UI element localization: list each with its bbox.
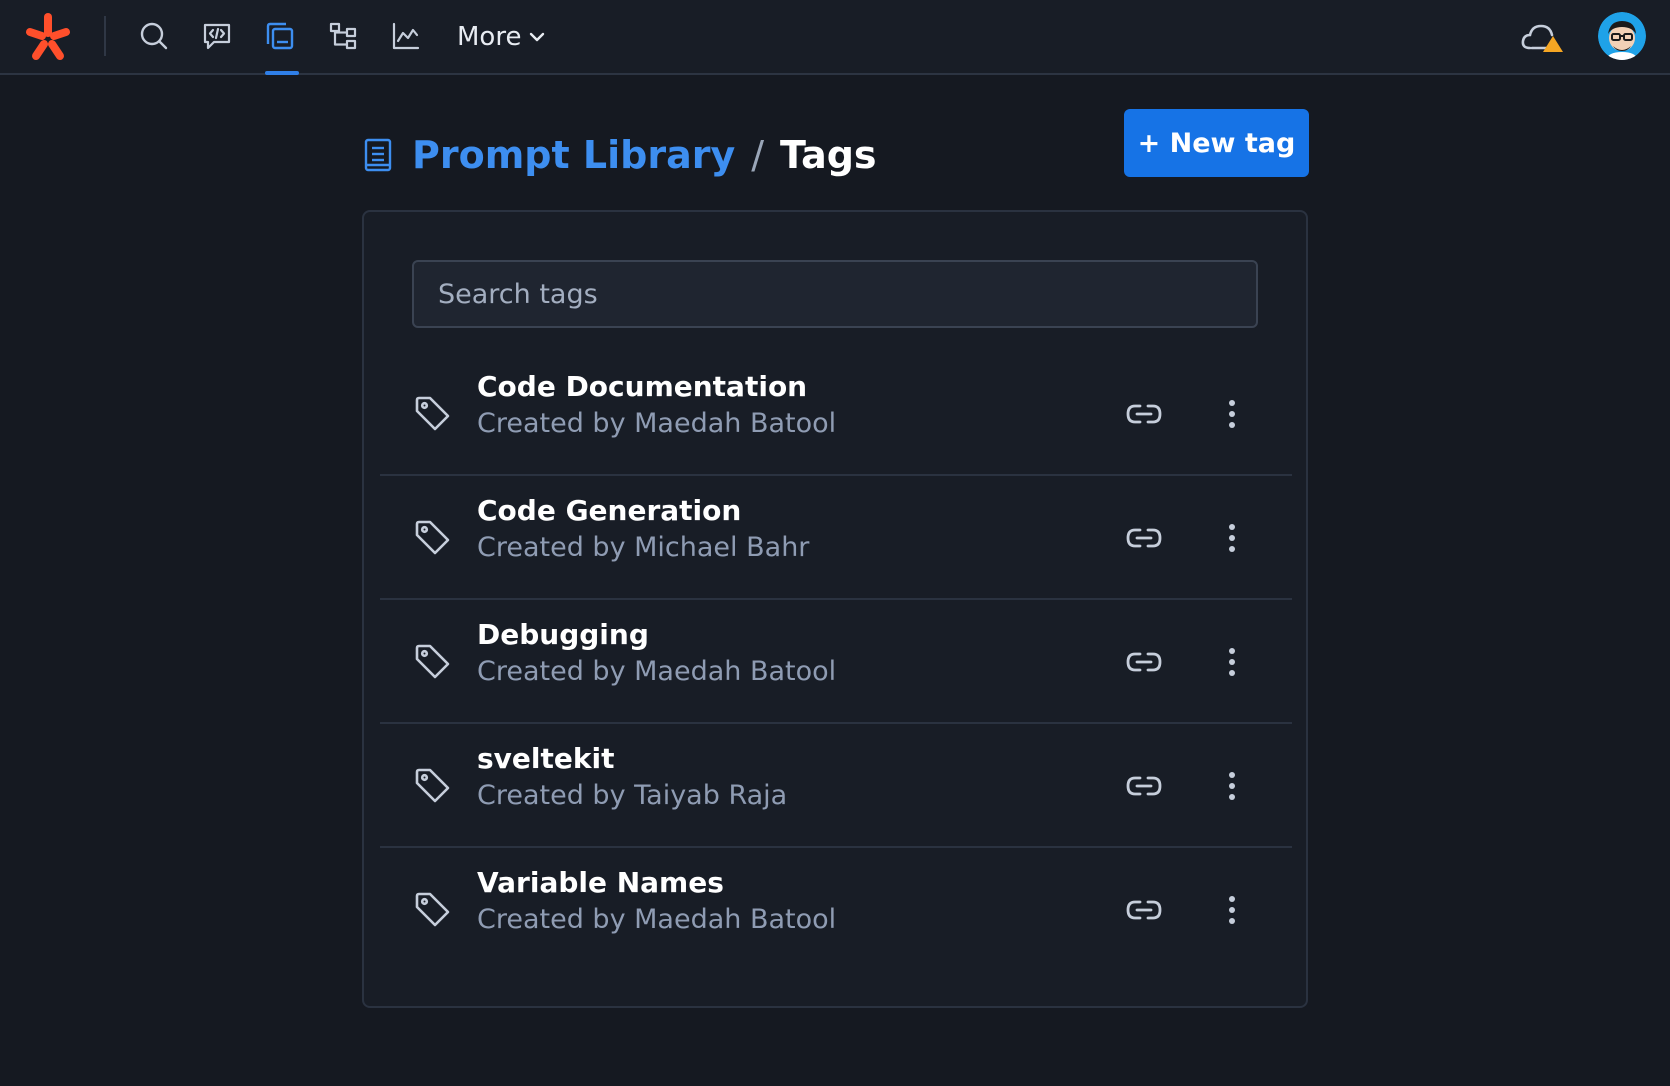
active-tab-indicator	[265, 71, 299, 75]
tag-name: Code Documentation	[477, 370, 808, 403]
link-icon	[1126, 528, 1162, 548]
tag-name: Debugging	[477, 618, 649, 651]
tag-name: Code Generation	[477, 494, 742, 527]
tags-panel: Code Documentation Created by Maedah Bat…	[362, 210, 1308, 1008]
book-icon	[364, 138, 392, 172]
kebab-menu-icon	[1229, 772, 1235, 800]
chevron-down-icon	[530, 32, 545, 42]
tag-row[interactable]: Variable Names Created by Maedah Batool	[380, 848, 1292, 972]
prompt-library-icon[interactable]	[262, 18, 298, 54]
tag-row[interactable]: sveltekit Created by Taiyab Raja	[380, 724, 1292, 848]
tree-structure-icon[interactable]	[325, 18, 361, 54]
tag-creator: Created by Maedah Batool	[477, 408, 837, 439]
tag-creator: Created by Taiyab Raja	[477, 780, 788, 811]
breadcrumb-prompt-library-link[interactable]: Prompt Library	[412, 133, 735, 177]
breadcrumb: Prompt Library / Tags	[362, 125, 877, 185]
tag-icon	[415, 520, 450, 555]
tag-icon	[415, 892, 450, 927]
kebab-menu-icon	[1229, 524, 1235, 552]
link-icon	[1126, 652, 1162, 672]
link-icon	[1126, 404, 1162, 424]
new-tag-button[interactable]: + New tag	[1124, 109, 1309, 177]
zapier-logo-icon[interactable]	[22, 12, 74, 64]
copy-link-button[interactable]	[1122, 888, 1166, 932]
link-icon	[1126, 900, 1162, 920]
more-label: More	[457, 22, 522, 52]
more-options-button[interactable]	[1210, 764, 1254, 808]
copy-link-button[interactable]	[1122, 764, 1166, 808]
copy-link-button[interactable]	[1122, 392, 1166, 436]
more-options-button[interactable]	[1210, 392, 1254, 436]
tag-row[interactable]: Debugging Created by Maedah Batool	[380, 600, 1292, 724]
tag-row[interactable]: Code Documentation Created by Maedah Bat…	[380, 352, 1292, 476]
kebab-menu-icon	[1229, 400, 1235, 428]
nav-divider	[104, 16, 106, 56]
tag-name: Variable Names	[477, 866, 724, 899]
search-tags-input[interactable]	[412, 260, 1258, 328]
tag-creator: Created by Michael Bahr	[477, 532, 810, 563]
page-title: Tags	[780, 133, 877, 177]
user-avatar-icon[interactable]	[1598, 12, 1646, 60]
copy-link-button[interactable]	[1122, 516, 1166, 560]
tag-row[interactable]: Code Generation Created by Michael Bahr	[380, 476, 1292, 600]
more-options-button[interactable]	[1210, 640, 1254, 684]
more-options-button[interactable]	[1210, 516, 1254, 560]
kebab-menu-icon	[1229, 896, 1235, 924]
more-menu-button[interactable]: More	[457, 17, 547, 57]
tag-icon	[415, 644, 450, 679]
tag-icon	[415, 396, 450, 431]
tag-creator: Created by Maedah Batool	[477, 656, 837, 687]
cloud-warning-icon[interactable]	[1520, 16, 1566, 56]
kebab-menu-icon	[1229, 648, 1235, 676]
tag-creator: Created by Maedah Batool	[477, 904, 837, 935]
search-icon[interactable]	[136, 18, 172, 54]
chat-code-icon[interactable]	[199, 18, 235, 54]
link-icon	[1126, 776, 1162, 796]
copy-link-button[interactable]	[1122, 640, 1166, 684]
tag-name: sveltekit	[477, 742, 615, 775]
more-options-button[interactable]	[1210, 888, 1254, 932]
chart-line-icon[interactable]	[388, 18, 424, 54]
top-nav-bar: More	[0, 0, 1670, 75]
tag-icon	[415, 768, 450, 803]
breadcrumb-separator: /	[751, 133, 765, 177]
